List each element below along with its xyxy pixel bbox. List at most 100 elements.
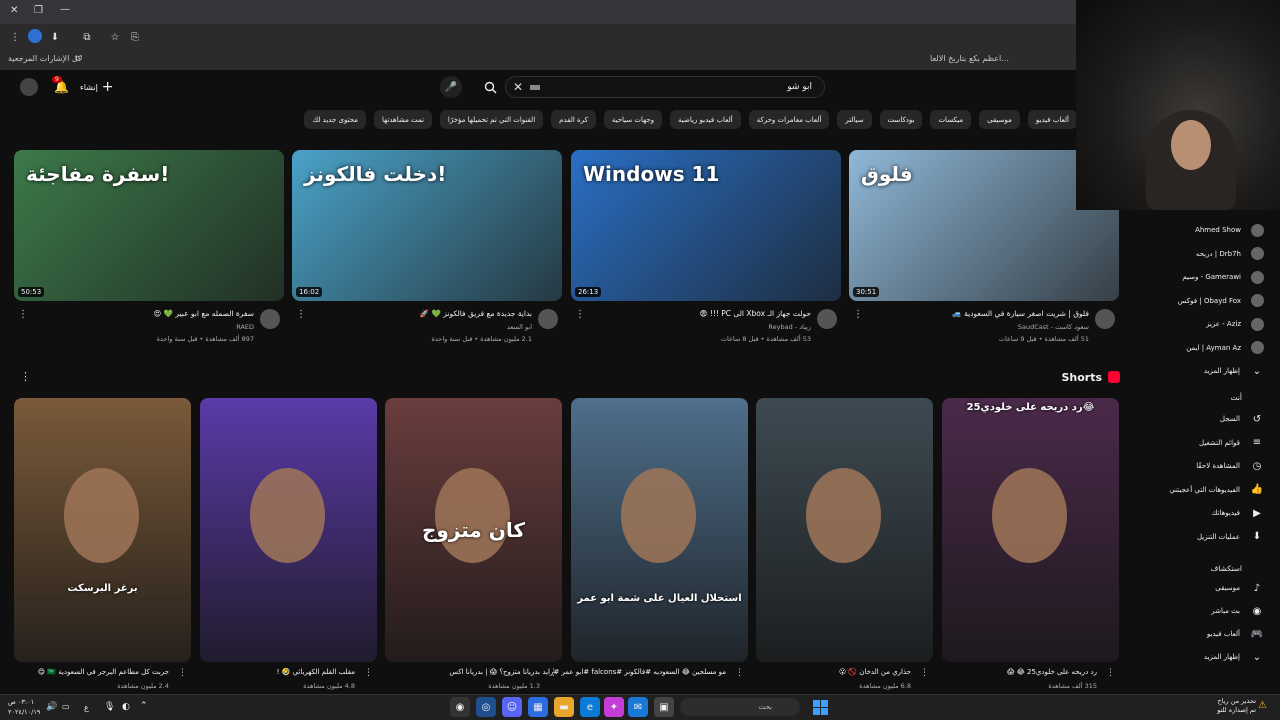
- short-title[interactable]: مقلب القلم الكهربائي 🤣 !: [277, 668, 355, 676]
- short-card[interactable]: مقلب القلم الكهربائي 🤣 ! 4.8 مليون مشاهدة…: [200, 398, 377, 690]
- extensions-icon[interactable]: ⧉: [80, 30, 94, 44]
- short-card[interactable]: استحلال العيال على شمة ابو عمر مو مسلجين …: [542, 398, 748, 678]
- short-card[interactable]: رد دريحه على خلودي25😂 رد دريحه على خلودي2…: [942, 398, 1119, 690]
- video-title[interactable]: حولت جهاز الـ Xbox الى PC !!! 😨: [700, 309, 811, 318]
- short-title[interactable]: جربت كل مطاعم البرجر في السعودية 🇸🇦 😋: [38, 668, 169, 676]
- avatar[interactable]: [20, 78, 38, 96]
- discord-app-icon[interactable]: ☺: [502, 697, 522, 717]
- short-thumbnail[interactable]: برغر البرسكت: [14, 398, 191, 662]
- sidebar-subscription[interactable]: Ahmed Show: [1144, 220, 1264, 240]
- you-section-heading[interactable]: أنت: [1230, 393, 1242, 402]
- more-options-icon[interactable]: ⋮: [920, 668, 929, 678]
- notifications-button[interactable]: 🔔 9: [52, 76, 70, 96]
- video-thumbnail[interactable]: سفرة مفاجئة! 50:53: [14, 150, 284, 301]
- channel-avatar[interactable]: [817, 309, 837, 329]
- voice-search-button[interactable]: 🎤: [440, 76, 462, 98]
- short-title[interactable]: رد دريحه على خلودي25 😂 😱: [1007, 668, 1097, 676]
- sidebar-item[interactable]: إظهار المزيد ⌄: [1144, 647, 1264, 667]
- sidebar-item[interactable]: السجل ↺: [1144, 409, 1264, 429]
- search-button[interactable]: [478, 77, 502, 97]
- sidebar-subscription[interactable]: ايمن | Ayman Az: [1144, 338, 1264, 358]
- channel-avatar[interactable]: [1095, 309, 1115, 329]
- short-thumbnail[interactable]: [200, 398, 377, 662]
- sidebar-subscription[interactable]: فوكس | Obayd Fox: [1144, 291, 1264, 311]
- more-options-icon[interactable]: ⋮: [575, 309, 585, 320]
- video-thumbnail[interactable]: Windows 11 26:13: [571, 150, 841, 301]
- bookmark-link[interactable]: اعظم بكع بتاريخ الالعا...: [930, 54, 1009, 63]
- mic-tray-icon[interactable]: 🎙: [104, 702, 115, 712]
- close-window-icon[interactable]: ✕: [10, 5, 18, 16]
- sidebar-item[interactable]: موسيقى ♪: [1144, 578, 1264, 598]
- short-title[interactable]: مو مسلجين 😂 السعوديه #فالكونز #falcons #…: [542, 668, 726, 676]
- channel-name[interactable]: سعود كاست - SaudCast: [1018, 323, 1089, 331]
- more-options-icon[interactable]: ⋮: [178, 668, 187, 678]
- more-options-icon[interactable]: ⋮: [18, 309, 28, 320]
- filter-chip[interactable]: محتوى جديد لك: [304, 110, 367, 129]
- filter-chip[interactable]: وجهات سياحية: [603, 110, 663, 129]
- more-options-icon[interactable]: ⋮: [735, 668, 744, 678]
- sidebar-item[interactable]: الفيديوهات التي أعجبتني 👍: [1144, 480, 1264, 500]
- all-bookmarks-link[interactable]: كل الإشارات المرجعية: [8, 54, 82, 63]
- sidebar-item[interactable]: المشاهدة لاحقًا ◷: [1144, 456, 1264, 476]
- short-thumbnail[interactable]: [756, 398, 933, 662]
- short-thumbnail[interactable]: كان متزوج: [385, 398, 562, 662]
- clear-search-button[interactable]: ✕: [510, 79, 526, 95]
- more-options-icon[interactable]: ⋮: [364, 668, 373, 678]
- taskbar-clock[interactable]: ٠٣:٠١ ص ٢٠٢٤/١٠/١٩: [8, 697, 40, 717]
- obs-app-icon[interactable]: ◉: [450, 697, 470, 717]
- video-card[interactable]: دخلت فالكونز! 16:02 بداية جديدة مع فريق فا…: [292, 150, 562, 347]
- short-card[interactable]: كان متزوج بدريانا متزوج؟ 😱 | بدريانا اكس 1…: [385, 398, 562, 690]
- video-title[interactable]: فلوق | شريت اصغر سيارة في السعودية 🚙: [952, 309, 1089, 318]
- sidebar-item[interactable]: قوائم التشغيل ≡: [1144, 433, 1264, 453]
- short-thumbnail[interactable]: استحلال العيال على شمة ابو عمر: [571, 398, 748, 662]
- language-indicator[interactable]: ع: [84, 703, 89, 712]
- sidebar-item[interactable]: ألعاب فيديو 🎮: [1144, 624, 1264, 644]
- copilot-app-icon[interactable]: ✦: [604, 697, 624, 717]
- chrome-app-icon[interactable]: ◎: [476, 697, 496, 717]
- sidebar-subscription[interactable]: وسيم - Gamerawi: [1144, 267, 1264, 287]
- video-title[interactable]: بداية جديدة مع فريق فالكونز 💚 🚀: [420, 309, 532, 318]
- edge-app-icon[interactable]: e: [580, 697, 600, 717]
- star-icon[interactable]: ☆: [108, 30, 122, 44]
- create-button[interactable]: إنشاء +: [80, 79, 120, 95]
- search-input[interactable]: ابو شو: [505, 76, 825, 98]
- filter-chip[interactable]: تمت مشاهدتها: [374, 110, 432, 129]
- channel-name[interactable]: RAED: [236, 323, 254, 331]
- sidebar-item[interactable]: عمليات التنزيل ⬇: [1144, 527, 1264, 547]
- filter-chip[interactable]: كرة القدم: [551, 110, 596, 129]
- file-explorer-icon[interactable]: ▬: [554, 697, 574, 717]
- filter-chip[interactable]: ألعاب فيديو رياضية: [670, 110, 741, 129]
- video-thumbnail[interactable]: دخلت فالكونز! 16:02: [292, 150, 562, 301]
- filter-chip[interactable]: موسيقى: [979, 110, 1020, 129]
- keyboard-icon[interactable]: [530, 85, 540, 90]
- windows-start-icon[interactable]: [810, 697, 830, 717]
- restore-window-icon[interactable]: ❐: [34, 5, 43, 16]
- filter-chip[interactable]: سيالتر: [837, 110, 872, 129]
- more-options-icon[interactable]: ⋮: [1106, 668, 1115, 678]
- short-card[interactable]: حذاري من الدخان 🚫 😮 6.8 مليون مشاهدة ⋮: [756, 398, 933, 690]
- battery-icon[interactable]: ▭: [62, 702, 70, 711]
- video-card[interactable]: سفرة مفاجئة! 50:53 سفرة الصمله مع ابو عبير…: [14, 150, 284, 347]
- show-more-subscriptions[interactable]: إظهار المزيد ⌄: [1144, 361, 1264, 381]
- menu-dots-icon[interactable]: ⋮: [8, 30, 22, 44]
- short-title[interactable]: حذاري من الدخان 🚫 😮: [839, 668, 911, 676]
- chevron-up-icon[interactable]: ⌃: [140, 701, 148, 711]
- sidebar-subscription[interactable]: دريحه | Drb7h: [1144, 244, 1264, 264]
- sidebar-item[interactable]: فيديوهاتك ▶: [1144, 503, 1264, 523]
- volume-icon[interactable]: 🔊: [46, 702, 57, 712]
- filter-chip[interactable]: القنوات التي تم تحميلها مؤخرًا: [439, 110, 544, 129]
- more-options-icon[interactable]: ⋮: [296, 309, 306, 320]
- profile-icon[interactable]: [28, 29, 42, 43]
- taskbar-search[interactable]: بحث: [680, 698, 800, 716]
- channel-name[interactable]: ريباد - Reybad: [768, 323, 811, 331]
- download-icon[interactable]: ⬇: [48, 30, 62, 44]
- share-icon[interactable]: ⎘: [128, 30, 142, 44]
- sidebar-item[interactable]: بث مباشر ◉: [1144, 601, 1264, 621]
- video-title[interactable]: سفرة الصمله مع ابو عبير 💚 😍: [153, 309, 254, 318]
- short-card[interactable]: برغر البرسكت جربت كل مطاعم البرجر في السع…: [14, 398, 191, 690]
- sidebar-subscription[interactable]: عزيز - Aziz: [1144, 314, 1264, 334]
- minimize-window-icon[interactable]: —: [60, 4, 70, 15]
- video-card[interactable]: Windows 11 26:13 حولت جهاز الـ Xbox الى PC…: [571, 150, 841, 347]
- channel-avatar[interactable]: [260, 309, 280, 329]
- calendar-app-icon[interactable]: ▦: [528, 697, 548, 717]
